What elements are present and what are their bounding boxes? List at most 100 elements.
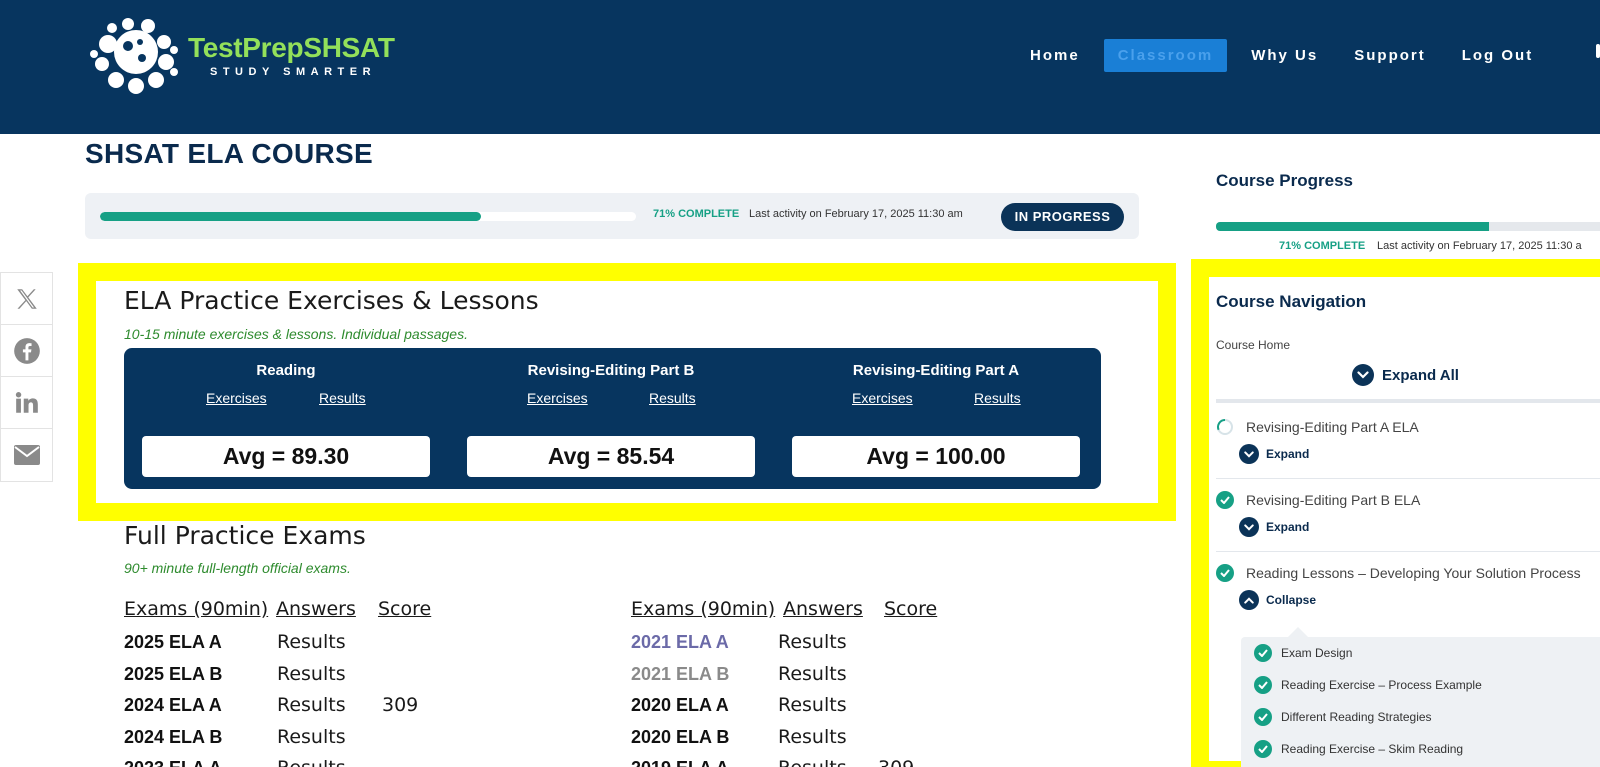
topic-item[interactable]: Different Reading Strategies xyxy=(1254,708,1432,726)
lesson-item: Revising-Editing Part B ELA Expand xyxy=(1216,491,1600,537)
email-icon xyxy=(13,445,40,465)
nav-overflow-item[interactable] xyxy=(1596,44,1600,58)
sidebar-last-activity: Last activity on February 17, 2025 11:30… xyxy=(1377,240,1582,252)
part-a-results-link[interactable]: Results xyxy=(974,390,1021,406)
exam-results-link[interactable]: Results xyxy=(277,694,346,716)
exam-results-link[interactable]: Results xyxy=(277,631,346,653)
exams-title: Full Practice Exams xyxy=(124,521,366,550)
practice-subtitle: 10-15 minute exercises & lessons. Indivi… xyxy=(124,326,468,342)
exam-results-link[interactable]: Results xyxy=(778,694,847,716)
nav-why-us[interactable]: Why Us xyxy=(1251,47,1318,64)
practice-column-reading: Reading Exercises Results Avg = 89.30 xyxy=(124,348,430,489)
column-title: Revising-Editing Part B xyxy=(527,362,695,379)
practice-column-part-b: Revising-Editing Part B Exercises Result… xyxy=(449,348,755,489)
lesson-collapse-button[interactable]: Collapse xyxy=(1239,590,1600,610)
exam-link[interactable]: 2024 ELA B xyxy=(124,727,222,748)
sidebar-progress-percent: 71% COMPLETE xyxy=(1279,240,1366,252)
lesson-title[interactable]: Revising-Editing Part B ELA xyxy=(1246,492,1420,508)
toggle-label: Expand xyxy=(1266,520,1310,534)
reading-exercises-link[interactable]: Exercises xyxy=(206,390,267,406)
checkmark-icon xyxy=(1254,708,1272,726)
reading-average: Avg = 89.30 xyxy=(142,436,430,477)
exams-header-exams: Exams (90min) xyxy=(631,598,776,620)
share-linkedin-button[interactable] xyxy=(1,377,52,429)
exams-subtitle: 90+ minute full-length official exams. xyxy=(124,560,351,576)
part-b-results-link[interactable]: Results xyxy=(649,390,696,406)
exam-results-link[interactable]: Results xyxy=(778,631,847,653)
toggle-label: Collapse xyxy=(1266,593,1317,607)
social-share-bar xyxy=(0,272,53,482)
nav-log-out[interactable]: Log Out xyxy=(1462,47,1533,64)
column-title: Revising-Editing Part A xyxy=(852,362,1020,379)
page-title: SHSAT ELA COURSE xyxy=(85,138,373,169)
exam-link[interactable]: 2021 ELA A xyxy=(631,632,729,653)
exam-results-link[interactable]: Results xyxy=(277,663,346,685)
x-icon xyxy=(16,288,37,309)
course-home-link[interactable]: Course Home xyxy=(1216,338,1290,352)
course-progress-title: Course Progress xyxy=(1216,171,1353,190)
exams-header-score: Score xyxy=(378,598,432,620)
progress-track xyxy=(100,212,636,221)
linkedin-icon xyxy=(15,391,38,413)
lesson-title[interactable]: Revising-Editing Part A ELA xyxy=(1246,419,1419,435)
exam-results-link[interactable]: Results xyxy=(778,663,847,685)
expand-all-label: Expand All xyxy=(1382,366,1459,384)
exam-link[interactable]: 2025 ELA B xyxy=(124,664,222,685)
reading-results-link[interactable]: Results xyxy=(319,390,366,406)
part-b-average: Avg = 85.54 xyxy=(467,436,755,477)
topic-item[interactable]: Reading Exercise – Skim Reading xyxy=(1254,740,1463,758)
exam-link[interactable]: 2023 ELA A xyxy=(124,758,222,767)
exam-score: 309 xyxy=(878,757,914,767)
topic-title: Reading Exercise – Skim Reading xyxy=(1281,742,1464,756)
topic-title: Exam Design xyxy=(1281,646,1353,660)
lesson-item: Revising-Editing Part A ELA Expand xyxy=(1216,418,1600,464)
nav-support[interactable]: Support xyxy=(1354,47,1426,64)
part-a-exercises-link[interactable]: Exercises xyxy=(852,390,913,406)
progress-ring-icon xyxy=(1216,418,1234,436)
brand-logo[interactable]: TestPrepSHSAT STUDY SMARTER xyxy=(88,14,398,96)
exam-link[interactable]: 2021 ELA B xyxy=(631,664,729,685)
progress-percent: 71% COMPLETE xyxy=(653,208,740,220)
course-navigation-title: Course Navigation xyxy=(1216,292,1367,311)
exam-link[interactable]: 2020 ELA A xyxy=(631,695,729,716)
exam-results-link[interactable]: Results xyxy=(778,757,847,767)
main-nav: Home Classroom Why Us Support Log Out xyxy=(1030,38,1569,72)
topic-item[interactable]: Exam Design xyxy=(1254,644,1352,662)
expand-all-button[interactable]: Expand All xyxy=(1352,364,1459,386)
facebook-icon xyxy=(13,337,40,364)
exam-link[interactable]: 2025 ELA A xyxy=(124,632,222,653)
exam-link[interactable]: 2020 ELA B xyxy=(631,727,729,748)
exam-results-link[interactable]: Results xyxy=(778,726,847,748)
brand-tagline: STUDY SMARTER xyxy=(210,66,377,78)
exam-link[interactable]: 2024 ELA A xyxy=(124,695,222,716)
share-email-button[interactable] xyxy=(1,429,52,481)
lesson-divider xyxy=(1216,551,1600,552)
checkmark-icon xyxy=(1254,644,1272,662)
exam-link[interactable]: 2019 ELA A xyxy=(631,758,729,767)
progress-fill xyxy=(100,212,481,221)
lesson-expand-button[interactable]: Expand xyxy=(1239,517,1600,537)
practice-column-part-a: Revising-Editing Part A Exercises Result… xyxy=(774,348,1080,489)
exams-header-exams: Exams (90min) xyxy=(124,598,269,620)
checkmark-icon xyxy=(1254,740,1272,758)
checkmark-icon xyxy=(1216,491,1234,509)
exams-header-answers: Answers xyxy=(783,598,863,620)
lesson-item: Reading Lessons – Developing Your Soluti… xyxy=(1216,564,1600,610)
exam-results-link[interactable]: Results xyxy=(277,726,346,748)
exams-header-score: Score xyxy=(884,598,938,620)
topic-title: Different Reading Strategies xyxy=(1281,710,1432,724)
checkmark-icon xyxy=(1254,676,1272,694)
lesson-expand-button[interactable]: Expand xyxy=(1239,444,1600,464)
topic-title: Reading Exercise – Process Example xyxy=(1281,678,1482,692)
part-b-exercises-link[interactable]: Exercises xyxy=(527,390,588,406)
chevron-down-icon xyxy=(1239,444,1259,464)
chevron-down-icon xyxy=(1352,364,1374,386)
nav-home[interactable]: Home xyxy=(1030,47,1080,64)
share-facebook-button[interactable] xyxy=(1,325,52,377)
logo-bubbles-icon xyxy=(90,18,178,94)
lesson-title[interactable]: Reading Lessons – Developing Your Soluti… xyxy=(1246,565,1581,581)
nav-classroom[interactable]: Classroom xyxy=(1103,38,1228,72)
share-x-button[interactable] xyxy=(1,273,52,325)
topic-item[interactable]: Reading Exercise – Process Example xyxy=(1254,676,1482,694)
exam-results-link[interactable]: Results xyxy=(277,757,346,767)
